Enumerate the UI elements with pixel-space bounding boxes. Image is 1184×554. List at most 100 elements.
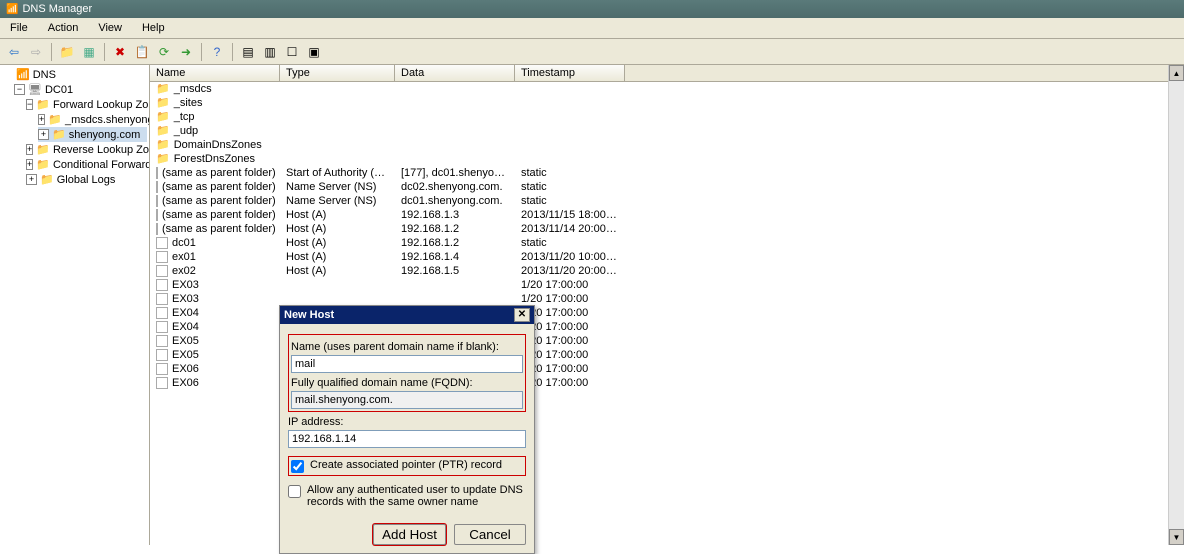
record-type: Host (A) <box>280 264 395 278</box>
tree-flz[interactable]: −📁Forward Lookup Zones <box>26 97 147 112</box>
vertical-scrollbar[interactable]: ▲ ▼ <box>1168 65 1184 545</box>
delete-icon[interactable]: ✖ <box>110 42 130 62</box>
record-type: Name Server (NS) <box>280 180 395 194</box>
forward-icon[interactable]: ⇨ <box>26 42 46 62</box>
list-folder-row[interactable]: 📁_udp <box>150 124 1184 138</box>
record-type: Start of Authority (SOA) <box>280 166 395 180</box>
ptr-label: Create associated pointer (PTR) record <box>310 459 502 471</box>
record-icon <box>156 363 168 375</box>
collapse-icon[interactable]: − <box>14 84 25 95</box>
folder-name: ForestDnsZones <box>174 152 255 166</box>
record-data: 192.168.1.5 <box>395 264 515 278</box>
record-icon <box>156 195 158 207</box>
close-icon[interactable]: ✕ <box>514 308 530 322</box>
menu-file[interactable]: File <box>0 20 38 36</box>
tree-cf[interactable]: +📁Conditional Forwarders <box>26 157 147 172</box>
tool4-icon[interactable]: ▣ <box>304 42 324 62</box>
folder-icon: 📁 <box>36 143 50 156</box>
list-record-row[interactable]: ex02Host (A)192.168.1.52013/11/20 20:00:… <box>150 264 1184 278</box>
menu-help[interactable]: Help <box>132 20 175 36</box>
tree-zone-msdcs[interactable]: +📁_msdcs.shenyong.com <box>38 112 147 127</box>
record-timestamp: static <box>515 166 625 180</box>
menu-view[interactable]: View <box>88 20 132 36</box>
tree-zone-shenyong[interactable]: +📁shenyong.com <box>38 127 147 142</box>
list-record-row[interactable]: dc01Host (A)192.168.1.2static <box>150 236 1184 250</box>
menu-action[interactable]: Action <box>38 20 89 36</box>
record-data: dc01.shenyong.com. <box>395 194 515 208</box>
auth-checkbox[interactable] <box>288 485 301 498</box>
list-record-row[interactable]: (same as parent folder)Host (A)192.168.1… <box>150 222 1184 236</box>
expand-icon[interactable]: + <box>38 129 49 140</box>
tree-gl[interactable]: +📁Global Logs <box>26 172 147 187</box>
properties-icon[interactable]: 📋 <box>132 42 152 62</box>
expand-icon[interactable]: + <box>26 174 37 185</box>
scroll-thumb[interactable] <box>1169 81 1184 529</box>
name-label: Name (uses parent domain name if blank): <box>291 341 523 353</box>
record-name: EX03 <box>172 292 199 306</box>
export-icon[interactable]: ➜ <box>176 42 196 62</box>
tree-server[interactable]: −🖥DC01 <box>14 82 147 97</box>
back-icon[interactable]: ⇦ <box>4 42 24 62</box>
list-folder-row[interactable]: 📁 _msdcs <box>150 82 1184 96</box>
scroll-down-icon[interactable]: ▼ <box>1169 529 1184 545</box>
expand-icon[interactable]: + <box>26 144 33 155</box>
record-timestamp: 2013/11/14 20:00:00 <box>515 222 625 236</box>
record-timestamp: 2013/11/20 20:00:00 <box>515 264 625 278</box>
tool3-icon[interactable]: ☐ <box>282 42 302 62</box>
list-record-row[interactable]: (same as parent folder)Name Server (NS)d… <box>150 194 1184 208</box>
tree-rlz[interactable]: +📁Reverse Lookup Zones <box>26 142 147 157</box>
list-folder-row[interactable]: 📁_tcp <box>150 110 1184 124</box>
add-host-button[interactable]: Add Host <box>373 524 446 545</box>
record-name: EX04 <box>172 306 199 320</box>
folder-icon: 📁 <box>156 82 170 96</box>
refresh-icon[interactable]: ⟳ <box>154 42 174 62</box>
list-folder-row[interactable]: 📁DomainDnsZones <box>150 138 1184 152</box>
col-ts[interactable]: Timestamp <box>515 65 625 81</box>
col-name[interactable]: Name <box>150 65 280 81</box>
list-folder-row[interactable]: 📁ForestDnsZones <box>150 152 1184 166</box>
scroll-up-icon[interactable]: ▲ <box>1169 65 1184 81</box>
list-record-row[interactable]: (same as parent folder)Host (A)192.168.1… <box>150 208 1184 222</box>
list-record-row[interactable]: EX031/20 17:00:00 <box>150 292 1184 306</box>
folder-icon: 📁 <box>36 158 50 171</box>
record-icon <box>156 167 158 179</box>
list-folder-row[interactable]: 📁_sites <box>150 96 1184 110</box>
record-name: (same as parent folder) <box>162 180 276 194</box>
record-name: EX06 <box>172 376 199 390</box>
ptr-checkbox[interactable] <box>291 460 304 473</box>
dialog-titlebar[interactable]: New Host ✕ <box>280 306 534 324</box>
record-timestamp: 2013/11/15 18:00:00 <box>515 208 625 222</box>
record-data: [177], dc01.shenyong.com.... <box>395 166 515 180</box>
tree-root-dns[interactable]: 📶DNS <box>2 67 147 82</box>
record-data: 192.168.1.3 <box>395 208 515 222</box>
collapse-icon[interactable]: − <box>26 99 33 110</box>
list-record-row[interactable]: ex01Host (A)192.168.1.42013/11/20 10:00:… <box>150 250 1184 264</box>
record-type: Host (A) <box>280 250 395 264</box>
grid-icon[interactable]: ▦ <box>79 42 99 62</box>
list-record-row[interactable]: EX031/20 17:00:00 <box>150 278 1184 292</box>
expand-icon[interactable]: + <box>26 159 33 170</box>
name-input[interactable] <box>291 355 523 373</box>
tool2-icon[interactable]: ▥ <box>260 42 280 62</box>
folder-name: _sites <box>174 96 203 110</box>
up-icon[interactable]: 📁 <box>57 42 77 62</box>
dialog-title: New Host <box>284 309 334 321</box>
col-type[interactable]: Type <box>280 65 395 81</box>
ip-input[interactable] <box>288 430 526 448</box>
expand-icon[interactable]: + <box>38 114 45 125</box>
folder-name: _msdcs <box>174 82 212 96</box>
record-data: dc02.shenyong.com. <box>395 180 515 194</box>
cancel-button[interactable]: Cancel <box>454 524 526 545</box>
record-icon <box>156 209 158 221</box>
list-header: Name Type Data Timestamp <box>150 65 1184 82</box>
tool1-icon[interactable]: ▤ <box>238 42 258 62</box>
server-icon: 🖥 <box>28 83 42 96</box>
col-data[interactable]: Data <box>395 65 515 81</box>
folder-name: _tcp <box>174 110 195 124</box>
help-icon[interactable]: ? <box>207 42 227 62</box>
list-record-row[interactable]: (same as parent folder)Start of Authorit… <box>150 166 1184 180</box>
folder-icon: 📁 <box>40 173 54 186</box>
record-timestamp: static <box>515 236 625 250</box>
auth-checkbox-row: Allow any authenticated user to update D… <box>288 484 526 508</box>
list-record-row[interactable]: (same as parent folder) Name Server (NS)d… <box>150 180 1184 194</box>
